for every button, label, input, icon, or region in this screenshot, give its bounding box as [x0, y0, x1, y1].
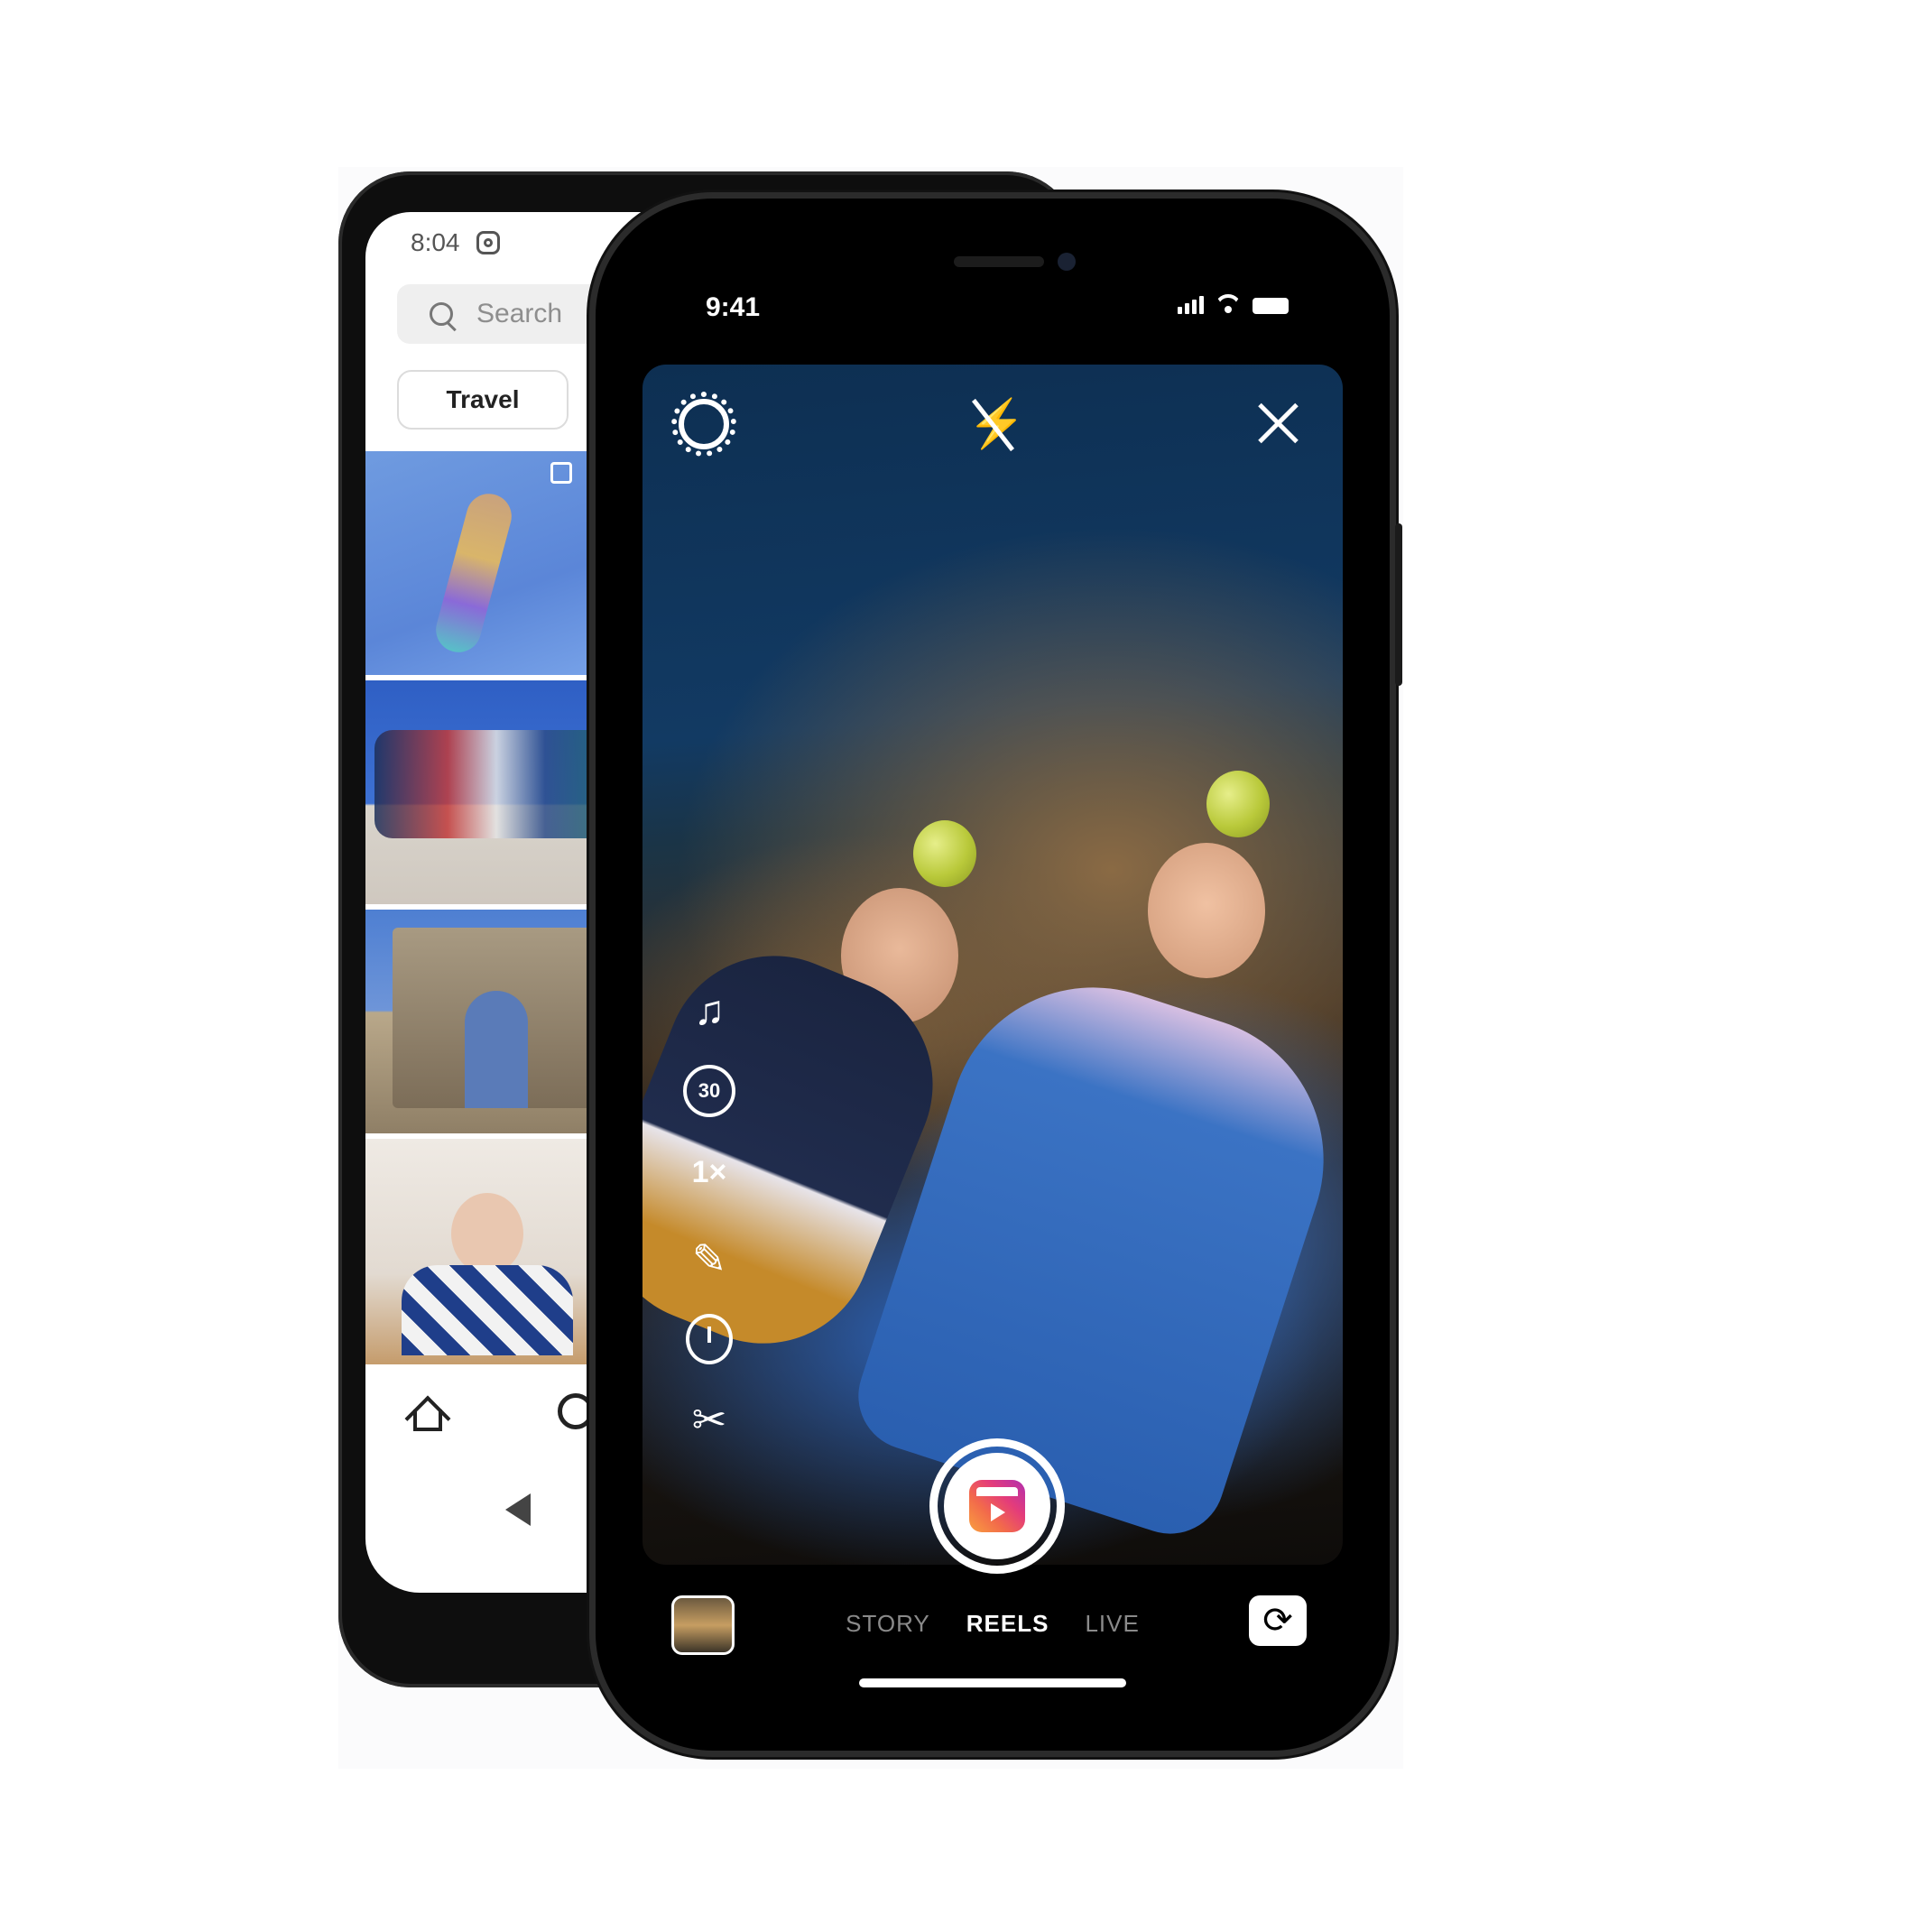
magic-wand-icon[interactable]: ✎: [678, 1227, 741, 1290]
back-status-time: 8:04: [411, 228, 460, 256]
camera-flip-icon[interactable]: [1249, 1595, 1307, 1646]
back-bottom-nav: [406, 1390, 594, 1433]
apple-right: [1206, 771, 1270, 837]
front-camera: [1058, 253, 1076, 271]
back-status-bar: 8:04: [411, 228, 500, 257]
capture-inner: [944, 1453, 1050, 1559]
capture-button[interactable]: [929, 1438, 1065, 1574]
person-right-face: [1148, 843, 1265, 978]
search-nav-icon[interactable]: [558, 1393, 594, 1429]
instagram-icon: [476, 231, 500, 254]
signal-icon: [1178, 296, 1204, 314]
camera-viewfinder[interactable]: [642, 365, 1343, 1565]
power-button: [1395, 523, 1402, 686]
search-placeholder: Search: [476, 299, 563, 328]
battery-icon: [1253, 298, 1289, 314]
scissors-icon[interactable]: ✂: [678, 1388, 741, 1451]
stopwatch-icon[interactable]: [686, 1314, 733, 1364]
search-icon: [430, 302, 453, 326]
gear-icon[interactable]: [671, 392, 736, 457]
back-arrow-icon[interactable]: [505, 1493, 531, 1526]
carousel-icon: [550, 462, 572, 484]
notch: [832, 238, 1153, 291]
camera-bottom-bar: STORY REELS LIVE: [642, 1574, 1343, 1664]
mode-story[interactable]: STORY: [846, 1610, 930, 1638]
status-time: 9:41: [706, 292, 761, 322]
camera-top-controls: ⚡: [642, 392, 1343, 464]
flash-off-icon[interactable]: ⚡: [967, 395, 1026, 453]
length-timer-icon[interactable]: 30: [683, 1065, 735, 1117]
speed-control[interactable]: 1×: [678, 1141, 741, 1204]
status-icons: [1178, 294, 1289, 314]
mode-switcher: STORY REELS LIVE: [642, 1610, 1343, 1638]
front-phone-screen: 9:41 ⚡ ♫ 30 1× ✎ ✂ STORY REELS LIVE ⟳: [642, 238, 1343, 1711]
close-icon[interactable]: [1256, 401, 1299, 444]
wifi-icon: [1215, 294, 1242, 314]
camera-tools: ♫ 30 1× ✎ ✂: [673, 978, 745, 1451]
speaker: [954, 256, 1044, 267]
mode-reels[interactable]: REELS: [966, 1610, 1049, 1638]
chip-travel[interactable]: Travel: [397, 370, 569, 430]
music-note-icon[interactable]: ♫: [678, 978, 741, 1041]
home-indicator[interactable]: [859, 1678, 1126, 1687]
reels-icon: [969, 1480, 1025, 1532]
home-icon[interactable]: [406, 1390, 449, 1433]
front-phone: 9:41 ⚡ ♫ 30 1× ✎ ✂ STORY REELS LIVE ⟳: [596, 199, 1402, 1751]
apple-left: [913, 820, 976, 887]
mode-live[interactable]: LIVE: [1085, 1610, 1139, 1638]
